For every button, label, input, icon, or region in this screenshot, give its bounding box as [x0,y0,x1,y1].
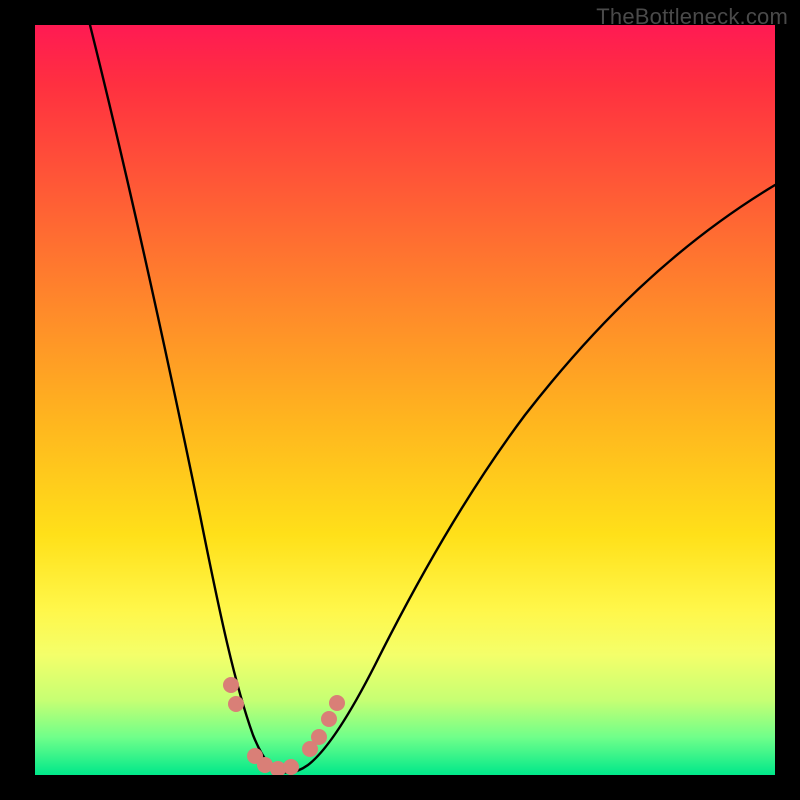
marker-dot [321,711,337,727]
chart-frame: TheBottleneck.com [0,0,800,800]
marker-dot [283,759,299,775]
marker-dot [228,696,244,712]
marker-dot [311,729,327,745]
marker-group [223,677,345,775]
watermark-text: TheBottleneck.com [596,4,788,30]
curve-svg [35,25,775,775]
bottleneck-curve [90,25,775,773]
marker-dot [329,695,345,711]
plot-area [35,25,775,775]
marker-dot [223,677,239,693]
